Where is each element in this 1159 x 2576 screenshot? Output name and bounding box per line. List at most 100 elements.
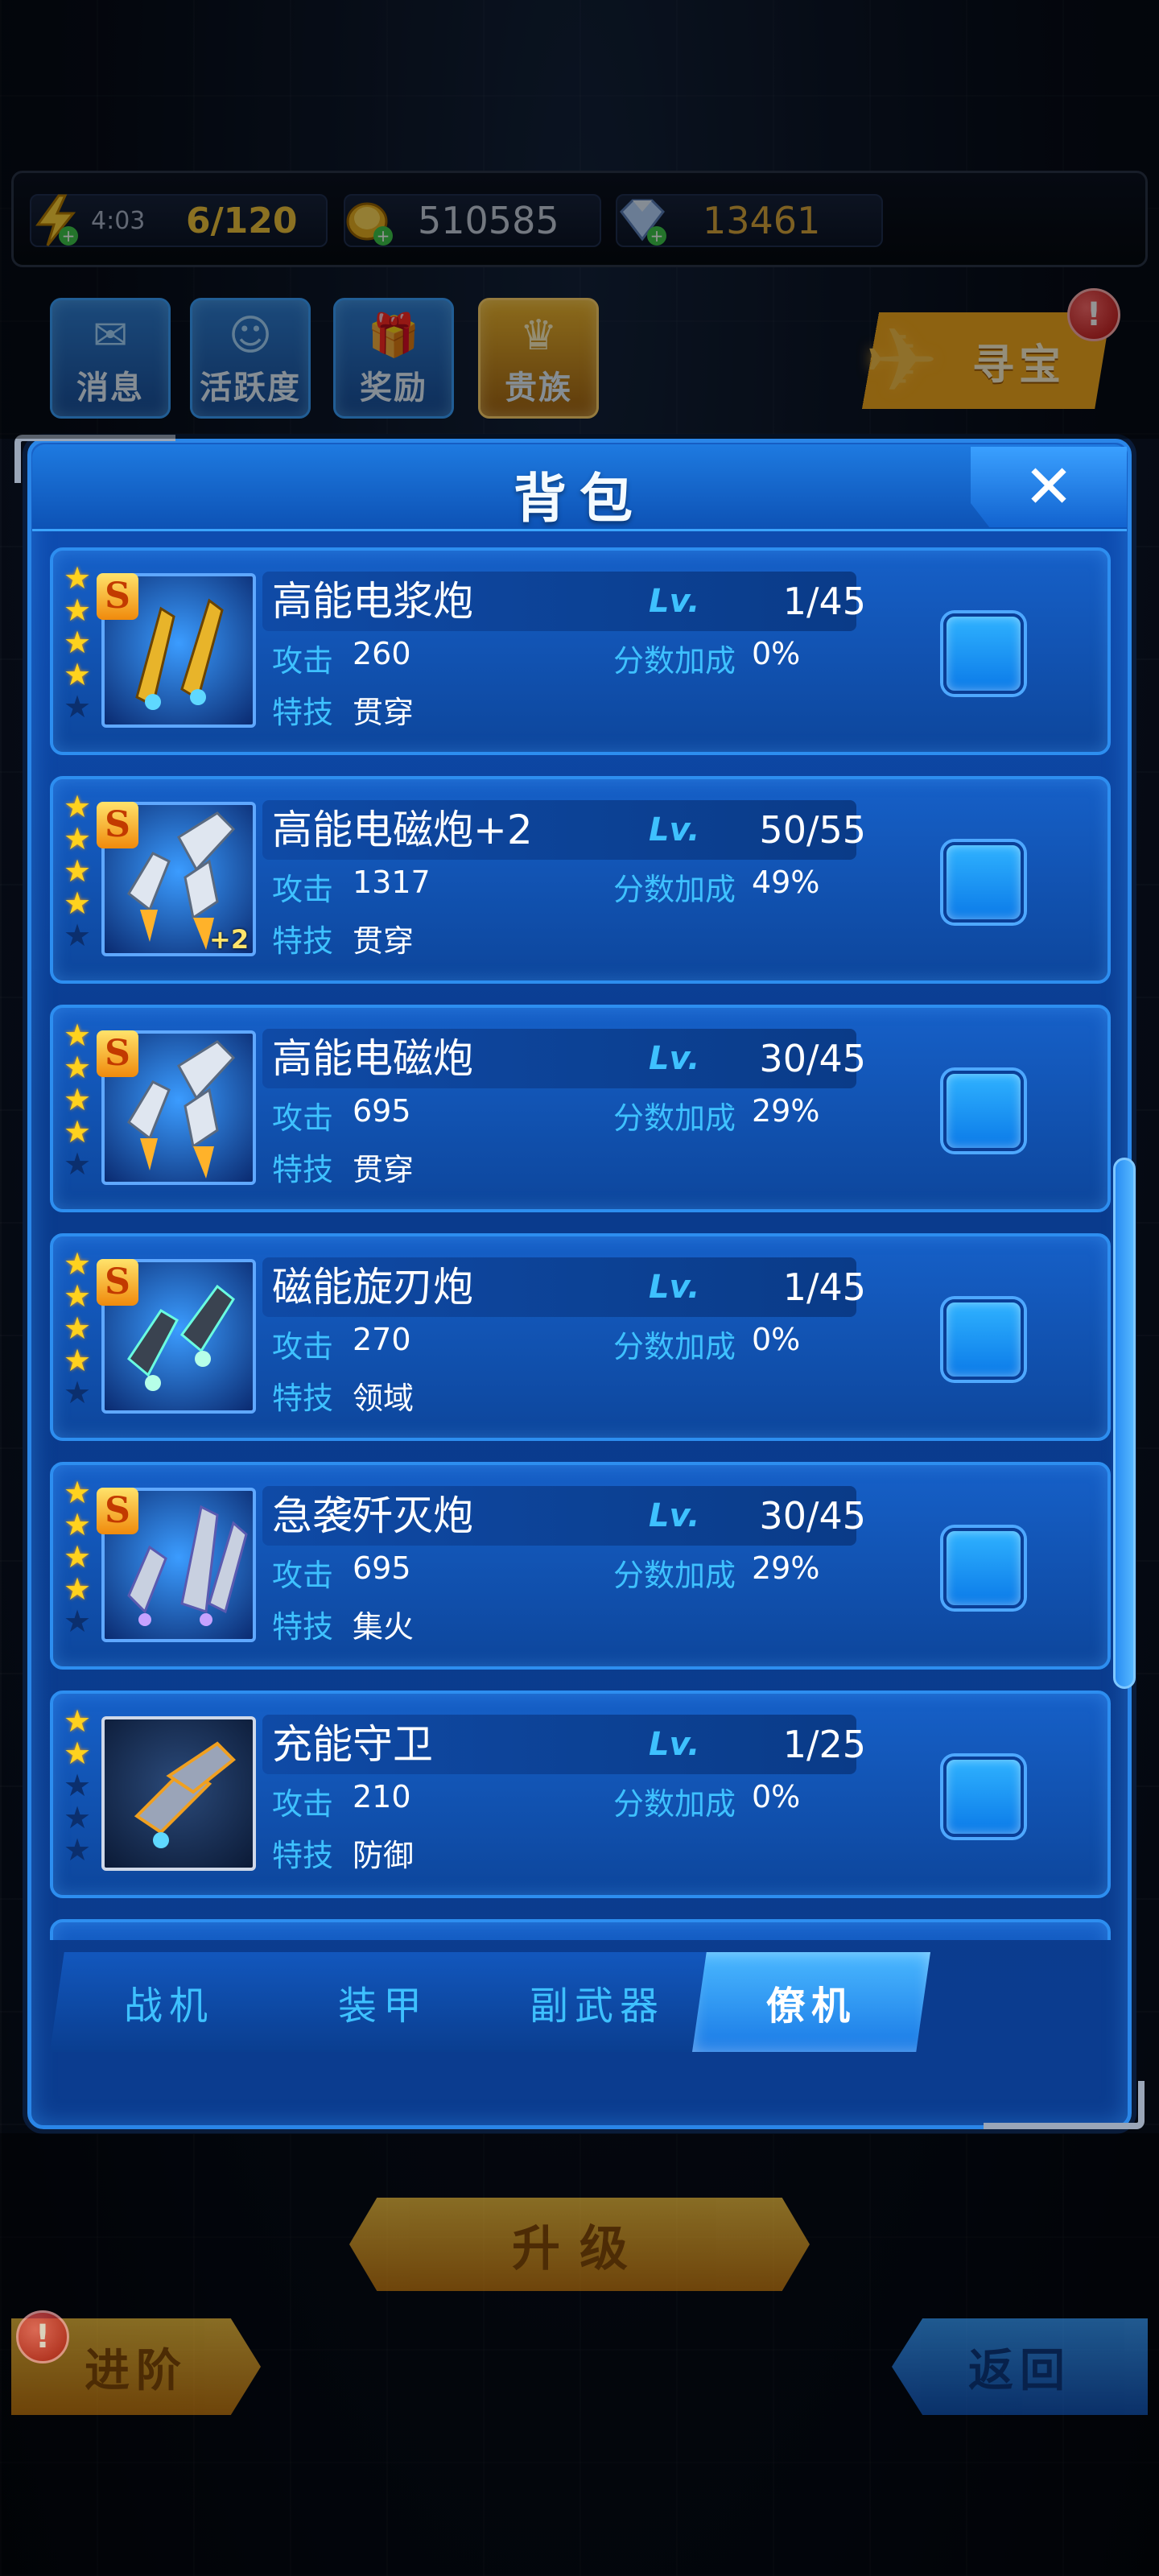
rewards-button[interactable]: 🎁 奖励 xyxy=(333,298,454,419)
back-button[interactable]: 返回 xyxy=(892,2318,1148,2415)
star-icon: ★ xyxy=(63,1278,92,1314)
attack-label: 攻击 xyxy=(272,1786,334,1822)
list-item[interactable] xyxy=(50,1919,1111,1940)
star-icon: ★ xyxy=(63,625,92,660)
score-bonus-label: 分数加成 xyxy=(613,872,736,907)
skill-label: 特技 xyxy=(272,1609,334,1645)
star-icon: ★ xyxy=(63,1800,92,1835)
skill-label: 特技 xyxy=(272,1838,334,1873)
tab-fighter[interactable]: 战机 xyxy=(50,1952,288,2052)
activity-button[interactable]: ☺ 活跃度 xyxy=(190,298,311,419)
star-icon: ★ xyxy=(63,1507,92,1542)
treasure-alert-badge: ! xyxy=(1067,288,1120,341)
select-checkbox[interactable] xyxy=(943,1757,1024,1837)
star-icon: ★ xyxy=(63,1736,92,1771)
star-icon: ★ xyxy=(63,1114,92,1150)
smiley-wings-icon: ☺ xyxy=(228,312,273,360)
select-checkbox[interactable] xyxy=(943,842,1024,923)
level-value: 1/45 xyxy=(782,580,866,623)
attack-label: 攻击 xyxy=(272,1329,334,1364)
star-icon: ★ xyxy=(63,886,92,921)
score-bonus-value: 0% xyxy=(752,636,801,671)
level-label: Lv. xyxy=(649,1497,700,1534)
gift-icon: 🎁 xyxy=(367,312,420,360)
close-button[interactable]: ✕ xyxy=(971,447,1127,527)
attack-value: 695 xyxy=(353,1550,411,1586)
star-icon: ★ xyxy=(63,1343,92,1378)
star-icon: ★ xyxy=(63,1475,92,1510)
activity-label: 活跃度 xyxy=(200,369,301,407)
svg-text:+: + xyxy=(650,226,664,246)
star-rating: ★ ★ ★ ★ ★ xyxy=(61,1476,93,1637)
star-icon: ★ xyxy=(63,1082,92,1117)
score-bonus-label: 分数加成 xyxy=(613,1558,736,1593)
select-checkbox[interactable] xyxy=(943,1071,1024,1151)
select-checkbox[interactable] xyxy=(943,613,1024,694)
list-item[interactable]: ★ ★ ★ ★ ★ 充能守卫 Lv. 1/25 攻击 210 分数加成 0% 特技 防御 xyxy=(50,1690,1111,1898)
resource-bar: + 4:03 6/120 + 510585 + 13461 xyxy=(11,171,1148,267)
rank-badge: S xyxy=(97,802,138,848)
star-icon: ★ xyxy=(63,918,92,953)
level-value: 30/45 xyxy=(759,1037,866,1080)
skill-value: 贯穿 xyxy=(353,1152,415,1187)
gem-value: 13461 xyxy=(703,199,821,242)
skill-value: 贯穿 xyxy=(353,923,415,959)
energy-counter[interactable]: + 4:03 6/120 xyxy=(30,194,328,247)
skill-label: 特技 xyxy=(272,695,334,730)
level-label: Lv. xyxy=(649,811,700,848)
level-value: 30/45 xyxy=(759,1494,866,1538)
treasure-label: 寻宝 xyxy=(971,341,1066,390)
item-name: 磁能旋刃炮 xyxy=(272,1264,473,1311)
level-label: Lv. xyxy=(649,1040,700,1077)
list-item[interactable]: ★ ★ ★ ★ ★ S 急袭歼灭炮 Lv. 30/45 攻击 695 分数加成 29% … xyxy=(50,1462,1111,1670)
tab-armor[interactable]: 装甲 xyxy=(264,1952,502,2052)
star-rating: ★ ★ ★ ★ ★ xyxy=(61,1019,93,1180)
list-scrollbar[interactable] xyxy=(1113,1158,1136,1689)
messages-button[interactable]: ✉ 消息 xyxy=(50,298,171,419)
vip-button[interactable]: ♛ 贵族 xyxy=(478,298,599,419)
item-name: 高能电磁炮+2 xyxy=(272,807,533,853)
star-icon: ★ xyxy=(63,1604,92,1639)
list-item[interactable]: ★ ★ ★ ★ ★ +2 S 高能电磁炮+2 Lv. 50/55 攻击 1317 分数加… xyxy=(50,776,1111,984)
star-icon: ★ xyxy=(63,1571,92,1607)
skill-label: 特技 xyxy=(272,1152,334,1187)
upgrade-button[interactable]: 升级 xyxy=(349,2198,810,2291)
item-list[interactable]: ★ ★ ★ ★ ★ S 高能电浆炮 Lv. 1/45 攻击 260 分数加成 0% 特技… xyxy=(50,547,1111,1940)
gem-counter[interactable]: + 13461 xyxy=(616,194,883,247)
rank-badge: S xyxy=(97,1030,138,1077)
svg-text:+: + xyxy=(62,226,76,246)
item-name: 高能电磁炮 xyxy=(272,1035,473,1082)
advance-alert-badge: ! xyxy=(16,2310,69,2363)
select-checkbox[interactable] xyxy=(943,1299,1024,1380)
list-item[interactable]: ★ ★ ★ ★ ★ S 高能电磁炮 Lv. 30/45 攻击 695 分数加成 29% … xyxy=(50,1005,1111,1212)
list-item[interactable]: ★ ★ ★ ★ ★ S 高能电浆炮 Lv. 1/45 攻击 260 分数加成 0% 特技… xyxy=(50,547,1111,755)
messages-label: 消息 xyxy=(76,369,144,407)
list-item[interactable]: ★ ★ ★ ★ ★ S 磁能旋刃炮 Lv. 1/45 攻击 270 分数加成 0% 特技… xyxy=(50,1233,1111,1441)
tab-wingman[interactable]: 僚机 xyxy=(692,1952,930,2052)
select-checkbox[interactable] xyxy=(943,1528,1024,1608)
star-rating: ★ ★ ★ ★ ★ xyxy=(61,1705,93,1866)
attack-label: 攻击 xyxy=(272,872,334,907)
item-name: 高能电浆炮 xyxy=(272,578,473,625)
skill-value: 防御 xyxy=(353,1838,415,1873)
rank-badge: S xyxy=(97,1259,138,1306)
score-bonus-label: 分数加成 xyxy=(613,1100,736,1136)
tab-sub-weapon[interactable]: 副武器 xyxy=(478,1952,716,2052)
skill-label: 特技 xyxy=(272,1381,334,1416)
star-icon: ★ xyxy=(63,1246,92,1282)
star-icon: ★ xyxy=(63,1539,92,1575)
vip-label: 贵族 xyxy=(505,369,572,407)
level-value: 1/25 xyxy=(782,1723,866,1766)
level-value: 1/45 xyxy=(782,1265,866,1309)
item-name: 急袭歼灭炮 xyxy=(272,1492,473,1539)
lightning-icon: + xyxy=(27,192,85,250)
svg-text:+: + xyxy=(377,226,390,246)
star-icon: ★ xyxy=(63,1018,92,1053)
rank-badge: S xyxy=(97,1488,138,1534)
gold-counter[interactable]: + 510585 xyxy=(344,194,601,247)
star-icon: ★ xyxy=(63,1146,92,1182)
attack-value: 1317 xyxy=(353,865,431,900)
score-bonus-value: 49% xyxy=(752,865,820,900)
crown-v-icon: ♛ xyxy=(519,312,558,360)
star-icon: ★ xyxy=(63,560,92,596)
